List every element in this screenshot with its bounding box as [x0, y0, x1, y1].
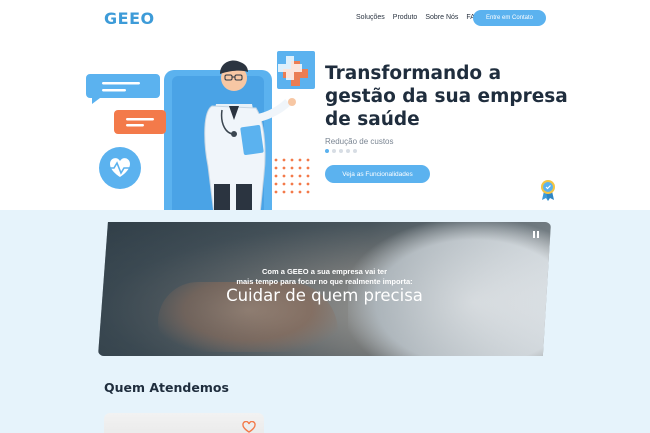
- nav-item-sobre-nos[interactable]: Sobre Nós: [425, 14, 458, 21]
- slider-dot-5[interactable]: [353, 149, 357, 153]
- slider-dot-1[interactable]: [325, 149, 329, 153]
- slider-dot-2[interactable]: [332, 149, 336, 153]
- contact-button[interactable]: Entre em Contato: [473, 10, 546, 26]
- pause-icon[interactable]: [533, 231, 539, 238]
- main-nav: Soluções Produto Sobre Nós FAQ: [356, 14, 480, 21]
- features-button[interactable]: Veja as Funcionalidades: [325, 165, 430, 183]
- dot-grid-decoration: [274, 158, 310, 194]
- hero-section: Transformando a gestão da sua empresa de…: [0, 36, 650, 214]
- heart-icon: [242, 421, 256, 433]
- chat-bubble-blue-icon: [86, 74, 160, 104]
- logo[interactable]: GEEO: [104, 9, 155, 28]
- about-section: Com a GEEO a sua empresa vai ter mais te…: [0, 210, 650, 433]
- health-cross-icon: [277, 51, 315, 89]
- doctor-illustration: [86, 51, 315, 214]
- video-headline: Cuidar de quem precisa: [226, 286, 423, 305]
- nav-item-solucoes[interactable]: Soluções: [356, 14, 385, 21]
- hero-subtitle: Redução de custos: [325, 137, 394, 146]
- slider-dots: [325, 149, 357, 153]
- video-caption-line1: Com a GEEO a sua empresa vai ter: [261, 267, 388, 276]
- section-title: Quem Atendemos: [104, 380, 229, 395]
- video-caption-line2: mais tempo para focar no que realmente i…: [236, 277, 413, 286]
- nav-item-produto[interactable]: Produto: [393, 14, 418, 21]
- hero-title: Transformando a gestão da sua empresa de…: [325, 63, 568, 130]
- client-card[interactable]: [104, 413, 264, 433]
- chat-bubble-orange-icon: [114, 110, 166, 134]
- slider-dot-3[interactable]: [339, 149, 343, 153]
- site-header: GEEO Soluções Produto Sobre Nós FAQ Entr…: [0, 0, 650, 36]
- heartbeat-icon: [99, 147, 141, 189]
- video-banner[interactable]: Com a GEEO a sua empresa vai ter mais te…: [98, 222, 551, 356]
- slider-dot-4[interactable]: [346, 149, 350, 153]
- award-badge-icon[interactable]: [540, 179, 556, 201]
